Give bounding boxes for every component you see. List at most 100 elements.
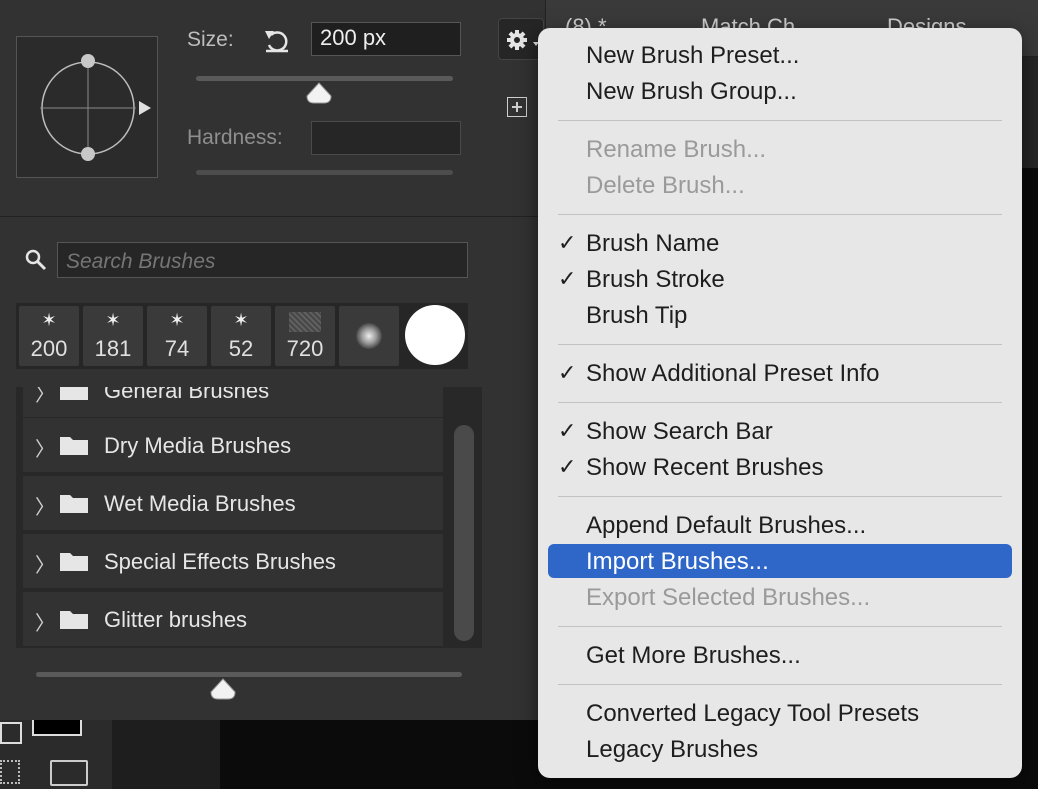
hardness-slider-track[interactable] <box>196 170 453 175</box>
checkmark-icon: ✓ <box>558 418 577 443</box>
menu-item-label: Legacy Brushes <box>586 736 759 763</box>
chevron-right-icon[interactable]: 〉 <box>35 433 55 462</box>
brush-group-glitter[interactable]: 〉 Glitter brushes <box>23 592 443 646</box>
panel-divider <box>0 216 545 217</box>
size-input[interactable]: 200 px <box>311 22 461 56</box>
recent-brush-hard-round[interactable] <box>405 305 465 365</box>
brush-preset-panel: Size: 200 px Hardness: Search Brushes ✶ … <box>0 0 546 720</box>
texture-brush-icon <box>289 312 321 332</box>
size-slider-track[interactable] <box>196 76 453 81</box>
menu-separator <box>558 626 1002 627</box>
recent-brush-size: 200 <box>30 336 68 361</box>
menu-item-new-brush-preset[interactable]: New Brush Preset... <box>538 38 1022 74</box>
menu-item-label: Show Search Bar <box>586 418 773 445</box>
recent-brush-74[interactable]: ✶ 74 <box>147 306 207 366</box>
folder-icon <box>60 437 88 455</box>
menu-item-label: Get More Brushes... <box>586 642 801 669</box>
menu-item-label: Show Additional Preset Info <box>586 360 880 387</box>
brush-group-label: Dry Media Brushes <box>104 433 292 458</box>
brush-group-special-effects[interactable]: 〉 Special Effects Brushes <box>23 534 443 588</box>
brush-group-label: Glitter brushes <box>104 607 248 632</box>
screen-mode-icon[interactable] <box>50 760 88 786</box>
menu-item-brush-stroke[interactable]: ✓ Brush Stroke <box>538 262 1022 298</box>
hardness-label: Hardness: <box>187 126 283 149</box>
menu-item-label: Brush Stroke <box>586 266 725 293</box>
recent-brush-size: 181 <box>94 336 132 361</box>
background-color-swatch[interactable] <box>0 722 22 744</box>
menu-item-label: Delete Brush... <box>586 172 745 199</box>
menu-item-label: Rename Brush... <box>586 136 767 163</box>
menu-item-brush-name[interactable]: ✓ Brush Name <box>538 226 1022 262</box>
search-brushes-input[interactable] <box>57 242 468 278</box>
recent-brush-720[interactable]: 720 <box>275 306 335 366</box>
folder-icon <box>60 495 88 513</box>
brush-angle-roundness-icon <box>40 54 151 161</box>
menu-item-label: Append Default Brushes... <box>586 512 867 539</box>
menu-item-label: New Brush Group... <box>586 78 797 105</box>
chevron-right-icon[interactable]: 〉 <box>35 387 55 407</box>
menu-item-label: Brush Tip <box>586 302 688 329</box>
menu-separator <box>558 344 1002 345</box>
brush-group-wet-media[interactable]: 〉 Wet Media Brushes <box>23 476 443 530</box>
menu-item-show-recent-brushes[interactable]: ✓ Show Recent Brushes <box>538 450 1022 486</box>
soft-round-brush-icon <box>356 323 382 349</box>
recent-brush-52[interactable]: ✶ 52 <box>211 306 271 366</box>
search-icon <box>25 249 47 271</box>
menu-item-import-brushes[interactable]: Import Brushes... <box>538 544 1022 580</box>
reset-size-icon[interactable] <box>262 26 292 56</box>
checkmark-icon: ✓ <box>558 266 577 291</box>
folder-icon <box>60 611 88 629</box>
menu-item-legacy-brushes[interactable]: Legacy Brushes <box>538 732 1022 768</box>
size-slider-thumb[interactable] <box>306 82 332 104</box>
preview-size-slider-track[interactable] <box>36 672 462 677</box>
menu-separator <box>558 120 1002 121</box>
checkmark-icon: ✓ <box>558 230 577 255</box>
menu-separator <box>558 402 1002 403</box>
brush-list-scrollbar[interactable] <box>454 425 474 641</box>
brush-group-dry-media[interactable]: 〉 Dry Media Brushes <box>23 418 443 472</box>
menu-separator <box>558 496 1002 497</box>
menu-item-new-brush-group[interactable]: New Brush Group... <box>538 74 1022 110</box>
brush-group-label: Special Effects Brushes <box>104 549 336 574</box>
hardness-input[interactable] <box>311 121 461 155</box>
new-preset-icon[interactable] <box>507 97 527 117</box>
menu-item-show-additional-preset-info[interactable]: ✓ Show Additional Preset Info <box>538 356 1022 392</box>
star-brush-icon: ✶ <box>41 310 57 330</box>
preview-size-slider-thumb[interactable] <box>210 678 236 700</box>
menu-item-brush-tip[interactable]: Brush Tip <box>538 298 1022 334</box>
star-brush-icon: ✶ <box>105 310 121 330</box>
checkmark-icon: ✓ <box>558 360 577 385</box>
quick-mask-icon[interactable] <box>0 760 20 784</box>
chevron-right-icon[interactable]: 〉 <box>35 607 55 636</box>
recent-brush-size: 720 <box>286 336 324 361</box>
brush-group-label: Wet Media Brushes <box>104 491 296 516</box>
menu-item-rename-brush: Rename Brush... <box>538 132 1022 168</box>
checkmark-icon: ✓ <box>558 454 577 479</box>
menu-item-delete-brush: Delete Brush... <box>538 168 1022 204</box>
menu-item-append-default-brushes[interactable]: Append Default Brushes... <box>538 508 1022 544</box>
brush-group-general[interactable]: 〉 General Brushes <box>23 387 443 417</box>
menu-item-label: Brush Name <box>586 230 720 257</box>
recent-brush-181[interactable]: ✶ 181 <box>83 306 143 366</box>
folder-icon <box>60 387 88 400</box>
recent-brush-soft-round[interactable] <box>339 306 399 366</box>
size-label: Size: <box>187 28 234 51</box>
brush-panel-menu: New Brush Preset... New Brush Group... Ren… <box>538 28 1022 778</box>
recent-brush-size: 52 <box>228 336 254 361</box>
menu-item-label: Import Brushes... <box>586 548 769 575</box>
folder-icon <box>60 553 88 571</box>
star-brush-icon: ✶ <box>233 310 249 330</box>
brush-tip-preview[interactable] <box>16 36 158 178</box>
menu-item-export-selected-brushes: Export Selected Brushes... <box>538 580 1022 616</box>
menu-separator <box>558 684 1002 685</box>
menu-item-get-more-brushes[interactable]: Get More Brushes... <box>538 638 1022 674</box>
menu-item-label: Export Selected Brushes... <box>586 584 871 611</box>
brush-group-list[interactable]: 〉 General Brushes 〉 Dry Media Brushes 〉 … <box>16 387 482 648</box>
menu-item-converted-legacy-tool-presets[interactable]: Converted Legacy Tool Presets <box>538 696 1022 732</box>
chevron-right-icon[interactable]: 〉 <box>35 491 55 520</box>
chevron-right-icon[interactable]: 〉 <box>35 549 55 578</box>
star-brush-icon: ✶ <box>169 310 185 330</box>
recent-brush-200[interactable]: ✶ 200 <box>19 306 79 366</box>
menu-item-show-search-bar[interactable]: ✓ Show Search Bar <box>538 414 1022 450</box>
recent-brushes-row: ✶ 200 ✶ 181 ✶ 74 ✶ 52 720 <box>16 303 468 369</box>
